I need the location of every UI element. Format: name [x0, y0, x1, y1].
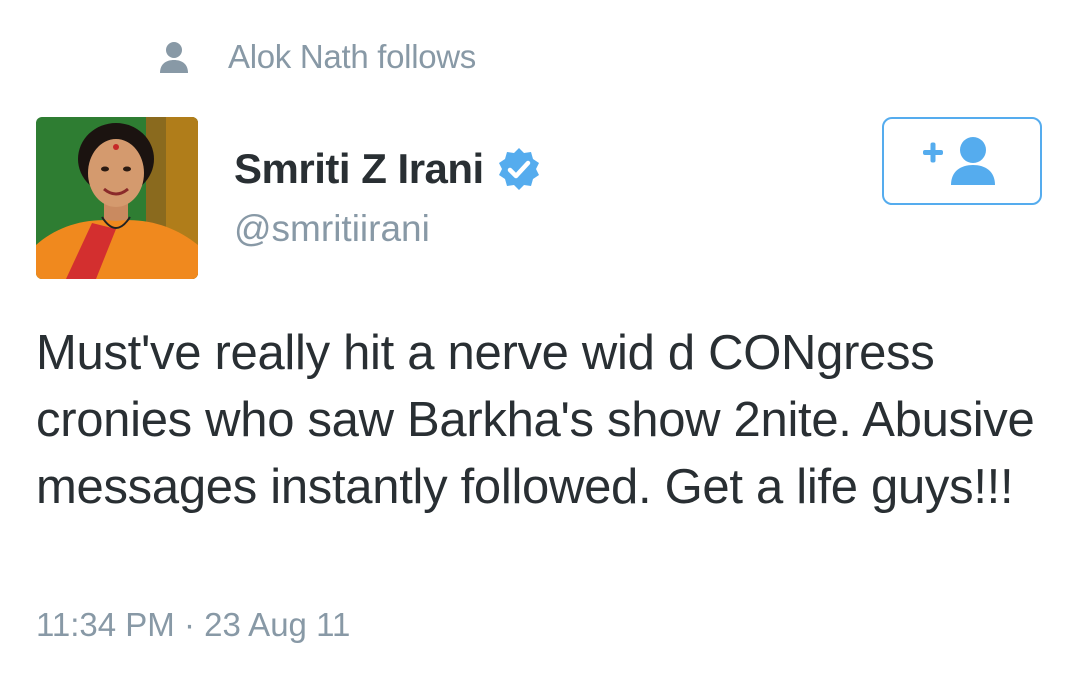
- avatar[interactable]: [36, 117, 198, 279]
- follow-button[interactable]: [882, 117, 1042, 205]
- user-handle[interactable]: @smritiirani: [234, 208, 430, 250]
- follow-add-user-icon: [923, 137, 995, 185]
- tweet-timestamp[interactable]: 11:34 PM · 23 Aug 11: [36, 606, 350, 644]
- user-name-row: Smriti Z Irani: [234, 145, 542, 193]
- verified-badge-icon: [496, 146, 542, 192]
- person-icon: [158, 40, 190, 74]
- tweet-text: Must've really hit a nerve wid d CONgres…: [36, 326, 1035, 514]
- user-display-name[interactable]: Smriti Z Irani: [234, 145, 484, 193]
- social-context-text: Alok Nath follows: [228, 38, 477, 75]
- social-context: Alok Nath follows: [158, 38, 476, 76]
